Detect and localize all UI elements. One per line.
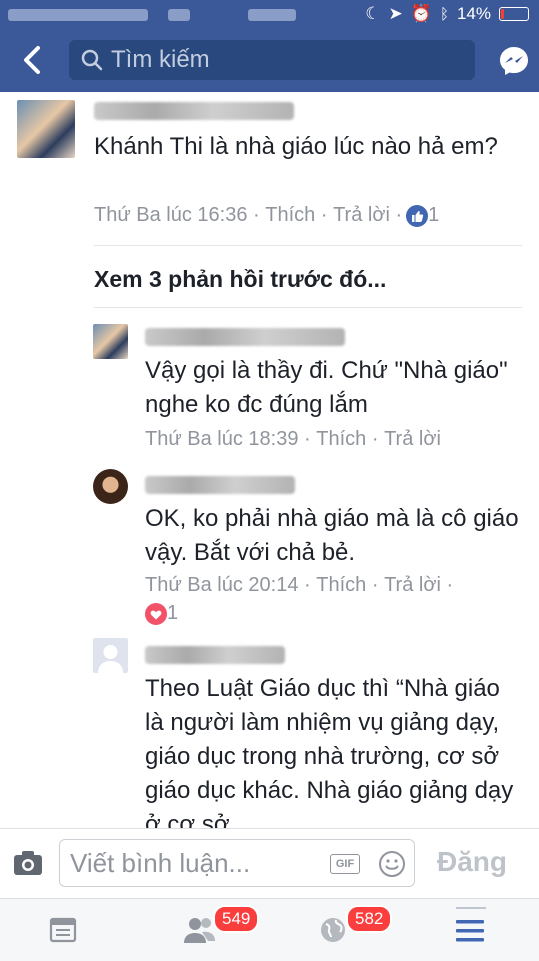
friends-badge: 549 <box>213 905 260 933</box>
alarm-icon: ⏰ <box>410 4 432 23</box>
author-name-blurred[interactable] <box>145 646 285 664</box>
reply-link[interactable]: Trả lời <box>384 574 441 597</box>
menu-indicator <box>456 907 486 909</box>
reply-meta: Thứ Ba lúc 18:39 · Thích · Trả lời <box>145 428 441 451</box>
menu-icon <box>456 920 484 942</box>
news-feed-icon <box>49 917 77 943</box>
comment-placeholder: Viết bình luận... <box>70 848 251 878</box>
nav-bar: Tìm kiếm <box>0 30 539 92</box>
reply-time[interactable]: Thứ Ba lúc 20:14 <box>145 574 298 597</box>
messenger-button[interactable] <box>497 44 531 78</box>
divider <box>94 245 522 246</box>
reply-meta: Thứ Ba lúc 20:14 · Thích · Trả lời · <box>145 574 454 597</box>
like-reaction-icon <box>406 204 429 227</box>
moon-icon: ☾ <box>365 4 381 23</box>
view-previous-replies-link[interactable]: Xem 3 phản hồi trước đó... <box>94 266 386 293</box>
search-placeholder: Tìm kiếm <box>111 46 210 73</box>
tab-notifications[interactable]: 582 <box>318 899 408 961</box>
default-profile-icon <box>98 645 123 673</box>
avatar-placeholder[interactable] <box>93 638 128 673</box>
status-bar: ☾ ➤ ⏰ ᛒ 14% <box>0 0 539 30</box>
carrier-blurred <box>8 9 148 21</box>
emoji-icon[interactable] <box>378 850 406 878</box>
avatar[interactable] <box>93 469 128 504</box>
divider <box>94 307 522 308</box>
battery-percent: 14% <box>456 4 491 23</box>
camera-button[interactable] <box>12 849 44 882</box>
messenger-icon <box>500 47 528 75</box>
author-name-blurred[interactable] <box>145 476 295 494</box>
reply-time[interactable]: Thứ Ba lúc 18:39 <box>145 428 298 451</box>
time-blurred <box>248 9 296 21</box>
like-link[interactable]: Thích <box>316 428 366 451</box>
search-input[interactable]: Tìm kiếm <box>69 40 475 80</box>
search-icon <box>81 49 103 71</box>
like-link[interactable]: Thích <box>316 574 366 597</box>
reply-text: OK, ko phải nhà giáo mà là cô giáo vậy. … <box>145 505 519 566</box>
like-link[interactable]: Thích <box>265 204 315 227</box>
comment-text: Khánh Thi là nhà giáo lúc nào hả em? <box>94 133 498 160</box>
author-name-blurred[interactable] <box>145 328 345 346</box>
reaction-count[interactable]: 1 <box>145 602 178 625</box>
friends-icon <box>184 918 215 943</box>
camera-icon <box>14 851 42 875</box>
author-name-blurred[interactable] <box>94 102 294 120</box>
reaction-count[interactable]: 1 <box>406 204 439 227</box>
network-blurred <box>168 9 190 21</box>
notifications-badge: 582 <box>346 905 393 933</box>
love-reaction-icon <box>145 602 167 625</box>
comment-time[interactable]: Thứ Ba lúc 16:36 <box>94 204 247 227</box>
chevron-left-icon <box>24 46 40 74</box>
avatar[interactable] <box>93 324 128 359</box>
comment-thread: Khánh Thi là nhà giáo lúc nào hả em? Thứ… <box>0 92 539 828</box>
tab-friend-requests[interactable]: 549 <box>183 899 273 961</box>
reply-link[interactable]: Trả lời <box>384 428 441 451</box>
reply-link[interactable]: Trả lời <box>333 204 390 227</box>
post-button[interactable]: Đăng <box>437 846 507 878</box>
avatar[interactable] <box>17 100 75 158</box>
bluetooth-icon: ᛒ <box>439 5 449 23</box>
comment-composer: Viết bình luận... GIF Đăng <box>0 828 539 899</box>
comment-input[interactable]: Viết bình luận... GIF <box>59 839 415 887</box>
gif-button[interactable]: GIF <box>330 854 360 874</box>
tab-bar: 549 582 <box>0 898 539 961</box>
globe-icon <box>321 918 345 942</box>
tab-menu[interactable] <box>454 899 488 961</box>
battery-icon <box>499 7 529 21</box>
reply-text: Vậy gọi là thầy đi. Chứ "Nhà giáo" nghe … <box>145 357 508 418</box>
location-icon: ➤ <box>388 4 403 23</box>
tab-news-feed[interactable] <box>48 899 88 961</box>
back-button[interactable] <box>14 42 50 78</box>
reply-text: Theo Luật Giáo dục thì “Nhà giáo là ngườ… <box>145 675 514 828</box>
comment-meta: Thứ Ba lúc 16:36 · Thích · Trả lời · 1 <box>94 204 440 227</box>
